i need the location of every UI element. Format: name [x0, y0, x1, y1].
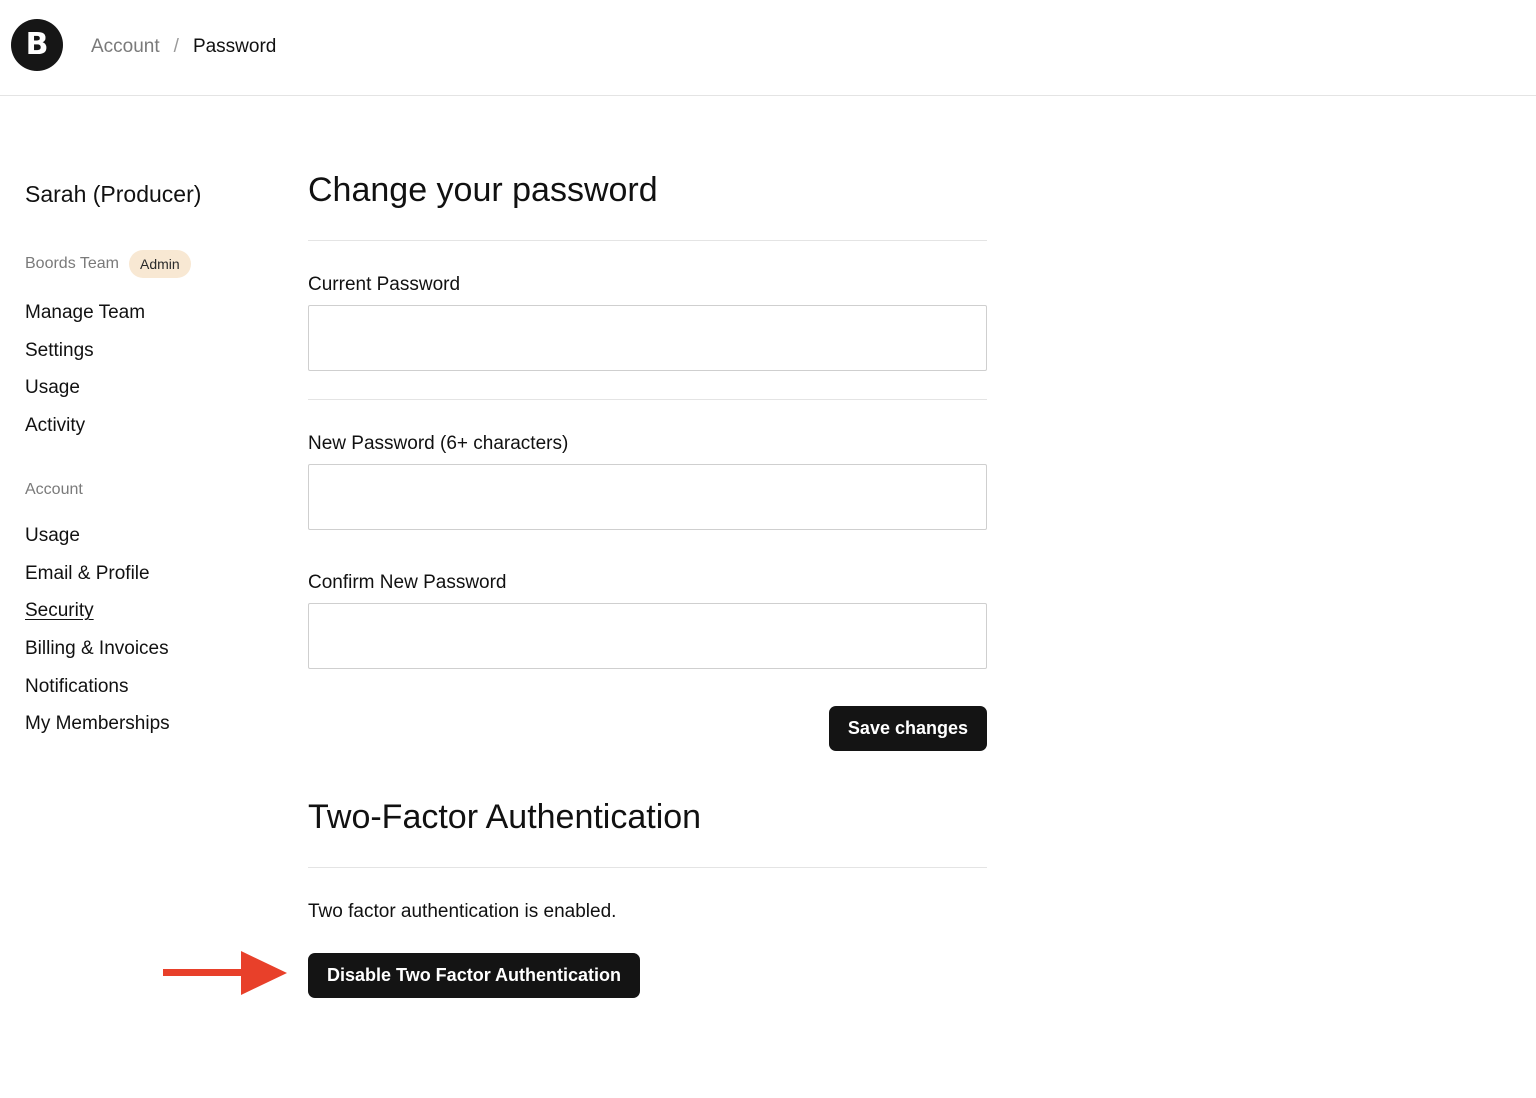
sidebar-item-security[interactable]: Security	[25, 599, 170, 637]
team-nav: Manage Team Settings Usage Activity	[25, 301, 145, 452]
new-password-input[interactable]	[308, 464, 987, 530]
disable-two-factor-button[interactable]: Disable Two Factor Authentication	[308, 953, 641, 998]
top-bar: B Account / Password	[0, 0, 1536, 96]
account-label: Account	[25, 481, 83, 498]
new-password-label: New Password (6+ characters)	[308, 433, 569, 454]
account-nav: Usage Email & Profile Security Billing &…	[25, 524, 170, 750]
sidebar-item-activity[interactable]: Activity	[25, 414, 145, 452]
sidebar-item-manage-team[interactable]: Manage Team	[25, 301, 145, 339]
sidebar-item-email-profile[interactable]: Email & Profile	[25, 562, 170, 600]
breadcrumb-current: Password	[192, 36, 277, 57]
divider	[308, 867, 987, 868]
boords-logo[interactable]: B	[11, 19, 63, 71]
user-name: Sarah (Producer)	[25, 181, 202, 207]
sidebar-item-billing-invoices[interactable]: Billing & Invoices	[25, 637, 170, 675]
confirm-password-label: Confirm New Password	[308, 572, 507, 593]
breadcrumb-separator: /	[173, 36, 179, 57]
sidebar-item-team-usage[interactable]: Usage	[25, 376, 145, 414]
breadcrumb-account-link[interactable]: Account	[91, 35, 160, 59]
sidebar-item-notifications[interactable]: Notifications	[25, 675, 170, 713]
divider	[308, 240, 987, 241]
sidebar-item-account-usage[interactable]: Usage	[25, 524, 170, 562]
divider	[308, 399, 987, 400]
confirm-password-input[interactable]	[308, 603, 987, 669]
breadcrumb: Account / Password	[91, 35, 276, 59]
current-password-label: Current Password	[308, 274, 461, 295]
page-title: Change your password	[308, 171, 658, 209]
sidebar-item-settings[interactable]: Settings	[25, 339, 145, 377]
sidebar-item-my-memberships[interactable]: My Memberships	[25, 712, 170, 750]
red-arrow-right-icon	[163, 951, 287, 995]
two-factor-status: Two factor authentication is enabled.	[308, 901, 617, 922]
current-password-input[interactable]	[308, 305, 987, 371]
admin-badge: Admin	[128, 250, 191, 278]
save-changes-button[interactable]: Save changes	[828, 706, 987, 751]
team-label: Boords Team	[25, 255, 119, 272]
team-header: Boords Team Admin	[25, 250, 191, 278]
two-factor-title: Two-Factor Authentication	[308, 798, 702, 836]
